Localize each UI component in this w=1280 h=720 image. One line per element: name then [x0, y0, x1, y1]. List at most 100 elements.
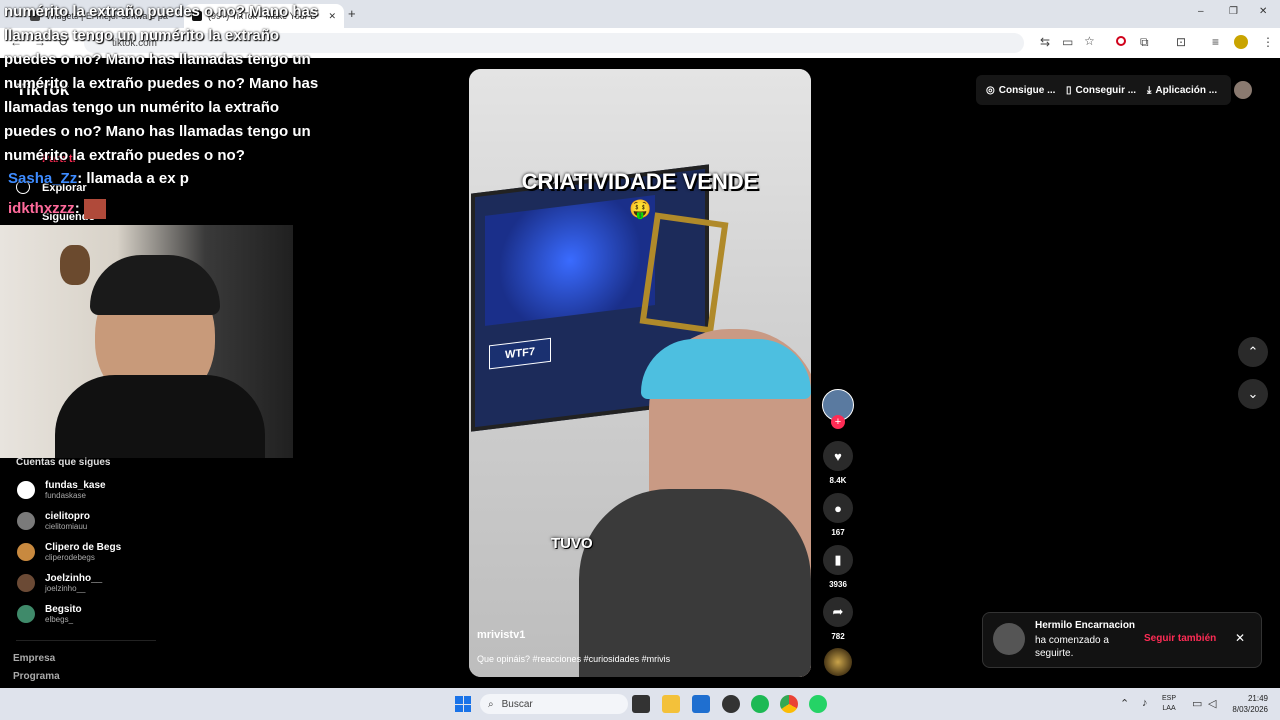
like-button[interactable]: ♥	[823, 441, 853, 471]
file-explorer-icon[interactable]	[662, 695, 680, 713]
save-count: 3936	[829, 580, 847, 589]
avatar	[17, 512, 35, 530]
footer-link-empresa[interactable]: Empresa	[13, 653, 55, 664]
close-icon[interactable]: ✕	[1235, 631, 1245, 645]
notification-text: ha comenzado a seguirte.	[1035, 635, 1109, 659]
tray-overflow-icon[interactable]: ⌃	[1120, 697, 1129, 710]
microphone-icon[interactable]: ♪	[1142, 697, 1148, 709]
bookmark-star-icon[interactable]: ☆	[1084, 34, 1095, 48]
task-view-icon[interactable]	[632, 695, 650, 713]
search-placeholder: Buscar	[501, 698, 533, 710]
chrome-icon[interactable]	[780, 695, 798, 713]
opera-extension-icon[interactable]	[1116, 36, 1126, 46]
account-username: joelzinho__	[45, 584, 86, 593]
account-name: fundas_kase	[45, 480, 106, 491]
notification-name: Hermilo Encarnacion	[1035, 620, 1136, 631]
layout-code: LAA	[1162, 705, 1176, 712]
close-window-button[interactable]: ✕	[1259, 6, 1267, 17]
account-name: Clipero de Begs	[45, 542, 122, 553]
account-item[interactable]: Joelzinho__ joelzinho__	[17, 573, 121, 593]
comment-button[interactable]: ●	[823, 493, 853, 523]
account-item[interactable]: Begsito elbegs_	[17, 604, 121, 624]
share-count: 782	[831, 632, 845, 641]
extensions-icon[interactable]: ⧉	[1140, 35, 1149, 50]
button-label: Aplicación ...	[1155, 84, 1218, 96]
whatsapp-icon[interactable]	[809, 695, 827, 713]
follow-back-button[interactable]: Seguir también	[1144, 633, 1216, 644]
user-avatar[interactable]	[1234, 81, 1252, 99]
avatar	[17, 481, 35, 499]
hoodie	[579, 489, 811, 677]
cap	[641, 339, 811, 399]
teddy-bear	[60, 245, 90, 285]
emote-image	[83, 199, 106, 219]
heart-icon: ♥	[834, 448, 842, 464]
translate-icon[interactable]: ⇆	[1040, 35, 1050, 49]
start-windows-icon[interactable]	[455, 696, 471, 712]
account-username: cliperodebegs	[45, 553, 95, 562]
bookmark-icon: ▮	[834, 552, 842, 567]
golden-frame	[639, 212, 729, 334]
account-username: elbegs_	[45, 615, 74, 624]
spotify-icon[interactable]	[751, 695, 769, 713]
following-title: Cuentas que sigues	[16, 457, 111, 468]
button-label: Consigue ...	[998, 84, 1056, 96]
date: 8/03/2026	[1232, 705, 1268, 714]
maximize-button[interactable]: ❐	[1229, 6, 1238, 17]
follow-notification: Hermilo Encarnacion ha comenzado a segui…	[982, 612, 1262, 668]
save-button[interactable]: ▮	[823, 545, 853, 575]
comment-icon: ●	[834, 500, 842, 516]
get-app-button[interactable]: ▯ Conseguir ...	[1066, 79, 1136, 101]
share-arrow-icon: ➦	[832, 604, 844, 619]
previous-video-button[interactable]: ⌃	[1238, 337, 1268, 367]
avatar	[17, 605, 35, 623]
account-name: Joelzinho__	[45, 573, 103, 584]
profile-avatar[interactable]	[1234, 35, 1248, 49]
video-author[interactable]: mrivistv1	[477, 629, 525, 641]
money-face-emoji: 🤑	[629, 199, 652, 219]
share-button[interactable]: ➦	[823, 597, 853, 627]
language-indicator[interactable]: ESP LAA	[1162, 694, 1176, 714]
phone-icon: ▯	[1066, 84, 1072, 96]
obs-icon[interactable]	[722, 695, 740, 713]
video-caption-top: CRIATIVIDADE VENDE	[521, 169, 759, 194]
cast-icon[interactable]: ▭	[1062, 35, 1073, 49]
new-tab-button[interactable]: +	[348, 6, 356, 21]
follow-plus-icon[interactable]: +	[831, 415, 845, 429]
chat-line: idkthxzzz:	[8, 199, 106, 219]
lang-code: ESP	[1162, 695, 1177, 702]
account-item[interactable]: fundas_kase fundaskase	[17, 480, 121, 500]
taskbar-search[interactable]: ⌕ Buscar	[480, 694, 628, 714]
menu-kebab-icon[interactable]: ⋮	[1262, 35, 1274, 49]
footer-link-programa[interactable]: Programa	[13, 671, 60, 682]
account-item[interactable]: Clipero de Begs cliperodebegs	[17, 542, 121, 562]
volume-icon[interactable]: ◁	[1208, 697, 1216, 710]
music-disc-icon[interactable]	[824, 648, 852, 676]
download-icon: ⤓	[1147, 84, 1152, 96]
account-item[interactable]: cielitopro cielitomiauu	[17, 511, 121, 531]
video-description: Que opináis? #reacciones #curiosidades #…	[477, 654, 671, 664]
network-icon[interactable]: ▭	[1192, 697, 1202, 710]
screenshot-icon[interactable]: ⊡	[1176, 35, 1186, 49]
account-name: cielitopro	[45, 511, 91, 522]
video-player[interactable]: WTF7 CRIATIVIDADE VENDE 🤑 TUVO mrivistv1…	[469, 69, 811, 677]
avatar	[17, 574, 35, 592]
avatar	[993, 623, 1025, 655]
minimize-button[interactable]: –	[1198, 6, 1204, 17]
chat-username: idkthxzzz	[8, 199, 75, 217]
account-username: fundaskase	[45, 491, 86, 500]
desktop-app-button[interactable]: ⤓ Aplicación ...	[1147, 79, 1217, 101]
avatar	[17, 543, 35, 561]
stream-chat-message: numérito la extraño puedes o no? Mano ha…	[4, 3, 319, 164]
get-coins-button[interactable]: ◎ Consigue ...	[986, 79, 1055, 101]
comment-count: 167	[831, 528, 845, 537]
account-name: Begsito	[45, 604, 82, 615]
streamer-webcam	[0, 225, 293, 458]
clock[interactable]: 21:49 8/03/2026	[1226, 693, 1268, 715]
chevron-down-icon: ⌄	[1247, 386, 1259, 401]
store-icon[interactable]	[692, 695, 710, 713]
next-video-button[interactable]: ⌄	[1238, 379, 1268, 409]
video-caption-mid: TUVO	[551, 535, 593, 552]
tab-close-icon[interactable]: ✕	[328, 11, 336, 22]
reading-list-icon[interactable]: ≡	[1212, 35, 1219, 49]
